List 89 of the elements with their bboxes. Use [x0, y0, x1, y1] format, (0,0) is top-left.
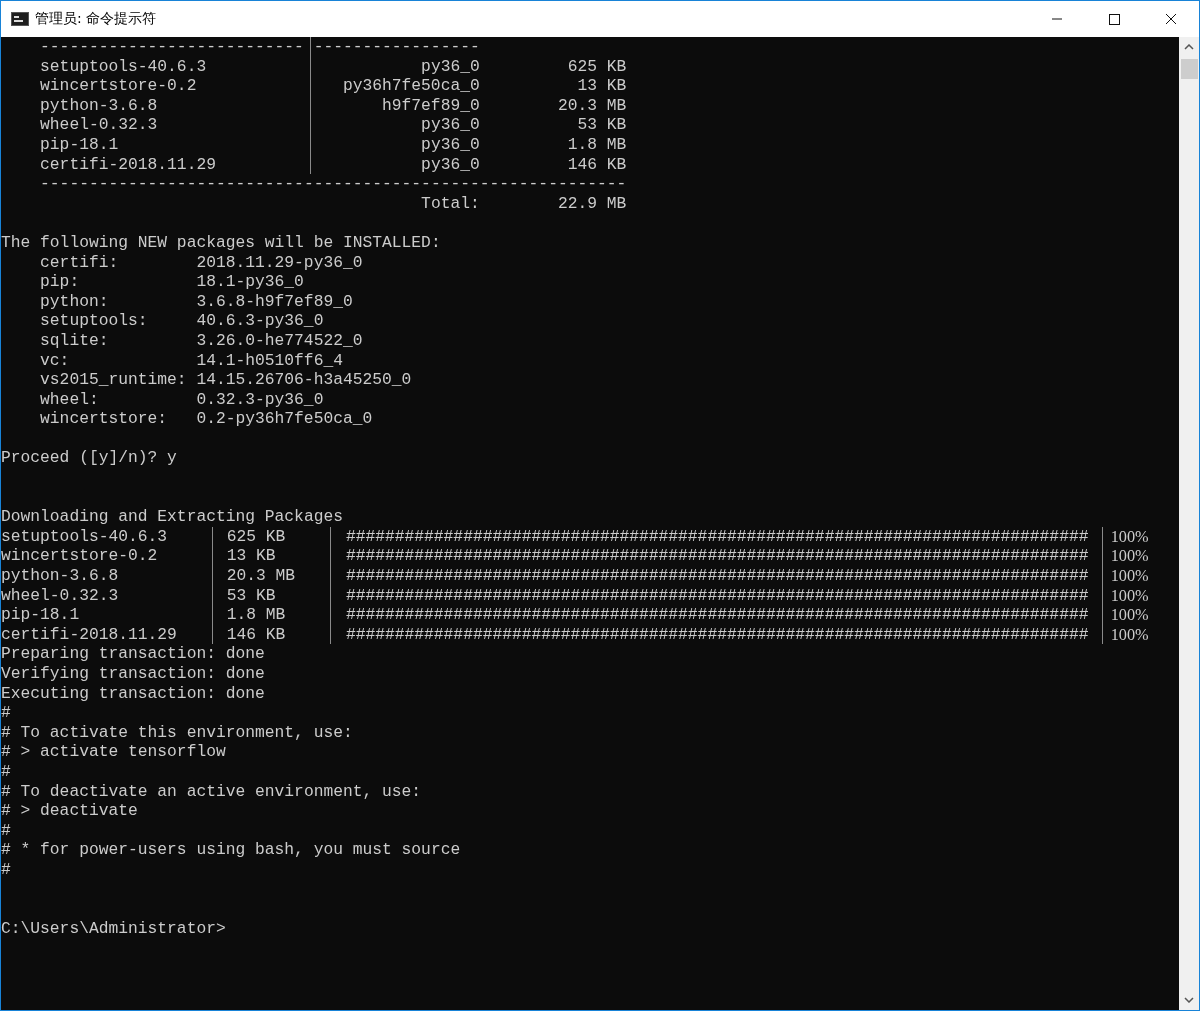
comment-line: #	[1, 703, 11, 723]
package-name: python:	[40, 291, 109, 311]
package-name: python-3.6.8	[1, 566, 119, 586]
package-name: wincertstore:	[40, 409, 168, 429]
package-name: vc:	[40, 350, 70, 370]
package-size: 13 KB	[577, 76, 627, 96]
build-string: py36h7fe50ca_0	[342, 76, 480, 96]
build-string: h9f7ef89_0	[382, 95, 480, 115]
progress-hashes: ############################################################################	[345, 546, 1089, 566]
package-size: 20.3 MB	[557, 95, 627, 115]
package-size: 53 KB	[226, 585, 276, 605]
package-size: 1.8 MB	[226, 605, 286, 625]
message-line: Downloading and Extracting Packages	[1, 507, 343, 527]
close-icon	[1164, 13, 1177, 25]
comment-line: # To deactivate an active environment, use:	[1, 781, 422, 802]
progress-hashes: ############################################################################	[345, 566, 1089, 586]
prompt-line: Proceed ([y]/n)? y	[1, 448, 177, 469]
comment-line: # > activate tensorflow	[1, 742, 226, 762]
progress-percent: 100%	[1110, 624, 1149, 644]
package-name: wincertstore-0.2	[40, 76, 197, 96]
package-name: setuptools-40.6.3	[40, 56, 207, 76]
message-line: Executing transaction: done	[1, 683, 265, 704]
package-size: 13 KB	[226, 546, 276, 566]
progress-percent: 100%	[1110, 526, 1149, 546]
progress-hashes: ############################################################################	[345, 526, 1089, 546]
package-name: pip-18.1	[1, 605, 80, 625]
command-prompt: C:\Users\Administrator>	[1, 918, 226, 939]
package-size: 625 KB	[567, 56, 627, 76]
package-name: certifi-2018.11.29	[40, 154, 216, 174]
comment-line: #	[1, 859, 11, 880]
dashed-rule: ---------------------------	[40, 37, 305, 57]
package-version: 0.2-py36h7fe50ca_0	[196, 409, 373, 429]
package-name: certifi-2018.11.29	[1, 624, 177, 644]
message-line: The following NEW packages will be INSTALLED:	[1, 232, 441, 253]
console-icon	[11, 12, 29, 26]
maximize-icon	[1107, 13, 1120, 25]
package-version: 18.1-py36_0	[196, 272, 304, 292]
total-label: Total:	[421, 193, 480, 213]
comment-line: # To activate this environment, use:	[1, 722, 353, 743]
package-version: 14.1-h0510ff6_4	[196, 350, 343, 371]
progress-percent: 100%	[1110, 605, 1149, 625]
package-size: 625 KB	[226, 526, 286, 546]
progress-percent: 100%	[1110, 585, 1149, 605]
progress-hashes: ############################################################################	[345, 605, 1089, 625]
build-string: py36_0	[421, 115, 480, 135]
package-version: 3.26.0-he774522_0	[196, 330, 363, 351]
package-version: 40.6.3-py36_0	[196, 311, 324, 331]
package-size: 53 KB	[577, 115, 627, 135]
package-size: 146 KB	[226, 624, 286, 644]
build-string: py36_0	[421, 134, 480, 154]
package-name: python-3.6.8	[40, 95, 158, 115]
progress-percent: 100%	[1110, 546, 1149, 566]
package-name: pip:	[40, 272, 80, 292]
build-string: py36_0	[421, 56, 480, 76]
package-name: setuptools:	[40, 311, 148, 331]
package-version: 0.32.3-py36_0	[196, 389, 324, 410]
dashed-rule: -----------------	[309, 37, 480, 57]
package-version: 14.15.26706-h3a45250_0	[196, 370, 412, 390]
total-size: 22.9 MB	[557, 193, 627, 213]
package-name: vs2015_runtime:	[40, 370, 187, 390]
comment-line: # * for power-users using bash, you must source	[1, 840, 461, 860]
comment-line: #	[1, 761, 11, 782]
message-line: Preparing transaction: done	[1, 644, 265, 664]
progress-percent: 100%	[1110, 566, 1149, 586]
scroll-thumb[interactable]	[1180, 59, 1198, 79]
package-size: 146 KB	[567, 154, 627, 174]
package-name: pip-18.1	[40, 134, 119, 154]
package-name: wheel-0.32.3	[40, 115, 158, 135]
scroll-up-icon[interactable]	[1184, 44, 1194, 50]
progress-hashes: ############################################################################	[345, 585, 1089, 605]
package-name: setuptools-40.6.3	[1, 526, 168, 546]
build-string: py36_0	[421, 154, 480, 174]
scroll-down-icon[interactable]	[1184, 997, 1194, 1003]
package-name: wheel-0.32.3	[1, 585, 119, 605]
scrollbar[interactable]	[1179, 37, 1199, 1010]
package-size: 1.8 MB	[567, 134, 627, 154]
dashed-rule: ------------------------------------------------------------	[40, 174, 627, 194]
package-version: 2018.11.29-py36_0	[196, 252, 363, 273]
comment-line: # > deactivate	[1, 801, 138, 821]
comment-line: #	[1, 820, 11, 841]
package-version: 3.6.8-h9f7ef89_0	[196, 291, 353, 312]
package-name: wheel:	[40, 389, 99, 409]
package-name: certifi:	[40, 252, 119, 272]
message-line: Verifying transaction: done	[1, 664, 265, 684]
progress-hashes: ############################################################################	[345, 624, 1089, 644]
package-name: sqlite:	[40, 330, 109, 350]
package-size: 20.3 MB	[226, 566, 296, 586]
package-name: wincertstore-0.2	[1, 546, 158, 566]
window-title: 管理员: 命令提示符	[35, 10, 157, 28]
